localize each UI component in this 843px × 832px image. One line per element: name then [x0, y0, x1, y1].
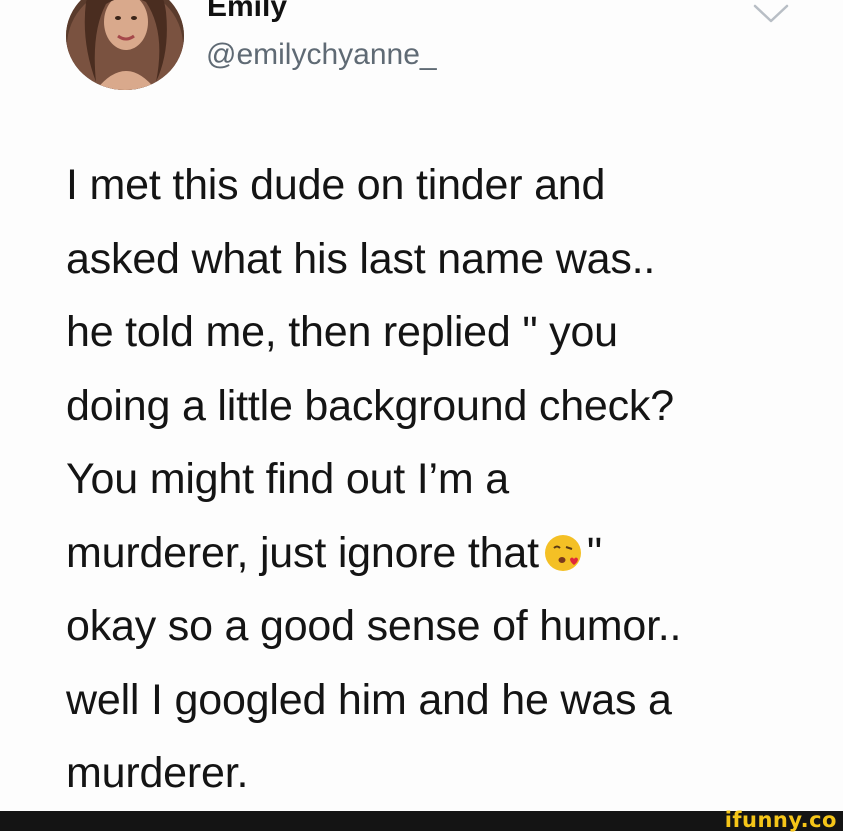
tweet-line: doing a little background check?: [66, 381, 674, 430]
tweet-line: You might find out I’m a: [66, 455, 509, 503]
tweet-line: I met this dude on tinder and: [66, 161, 606, 209]
tweet-line-text: ": [586, 528, 602, 577]
tweet-line: murderer.: [66, 749, 249, 797]
tweet-line: well I googled him and he was a: [66, 675, 672, 724]
chevron-down-icon[interactable]: [752, 2, 790, 26]
kissing-face-with-heart-icon: [543, 523, 583, 571]
avatar-image: [66, 0, 184, 90]
watermark-bar: ifunny.co: [0, 808, 843, 832]
display-name[interactable]: Emily: [207, 0, 287, 24]
tweet-line-text: murderer, just ignore that: [66, 528, 539, 577]
watermark-logo: ifunny.co: [724, 808, 837, 832]
tweet-line: asked what his last name was..: [66, 234, 656, 283]
tweet-text: I met this dude on tinder and asked what…: [66, 149, 826, 811]
tweet-line: he told me, then replied " you: [66, 308, 618, 356]
user-handle[interactable]: @emilychyanne_: [206, 37, 437, 73]
tweet-line-with-emoji: murderer, just ignore that ": [66, 517, 826, 591]
avatar[interactable]: [66, 0, 184, 90]
tweet-line: okay so a good sense of humor..: [66, 602, 682, 650]
tweet-card: Emily @emilychyanne_ I met this dude on …: [0, 0, 843, 811]
